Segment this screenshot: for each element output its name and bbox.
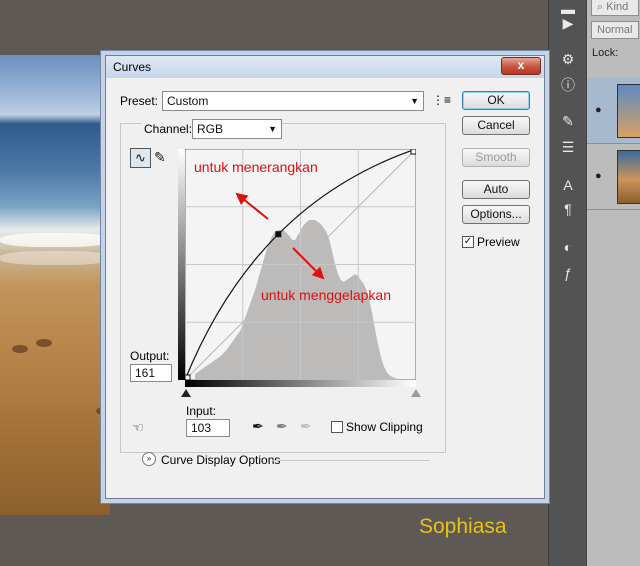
visibility-eye-icon[interactable]: ●: [595, 104, 602, 116]
auto-button[interactable]: Auto: [462, 180, 530, 199]
blend-mode-select[interactable]: Normal: [591, 21, 639, 39]
document-canvas-photo: [0, 55, 110, 515]
layer-filter-kind[interactable]: ⌕ Kind: [591, 0, 639, 16]
dialog-body: Preset: Custom ▼ ⋮≡ Channel: RGB ▼ ∿ ✎ u…: [106, 78, 544, 498]
input-field[interactable]: 103: [186, 419, 230, 437]
wave-foam: [0, 233, 110, 247]
pencil-icon[interactable]: ✎: [154, 149, 166, 166]
annotation-arrows: [235, 192, 325, 280]
chevron-down-icon: ▼: [410, 96, 419, 106]
fx-icon[interactable]: ƒ: [557, 264, 579, 282]
character-icon[interactable]: A: [557, 176, 579, 194]
play-icon[interactable]: ▶: [557, 14, 579, 32]
on-image-adjust-icon[interactable]: ☜: [132, 420, 144, 436]
info-icon[interactable]: ⓘ: [557, 76, 579, 94]
input-gradient-bar: [185, 380, 416, 387]
panel-icon-strip: ▬ ▶ ⚙ ⓘ ✎ ☰ A ¶ ◐ ƒ: [548, 0, 586, 566]
channel-label: Channel:: [142, 122, 195, 136]
channel-select[interactable]: RGB ▼: [192, 119, 282, 139]
cancel-button[interactable]: Cancel: [462, 116, 530, 135]
layer-thumbnail: [617, 84, 640, 138]
output-field[interactable]: 161: [130, 364, 172, 382]
show-clipping-label[interactable]: Show Clipping: [346, 420, 423, 434]
dialog-title: Curves: [113, 60, 152, 74]
dialog-titlebar[interactable]: Curves x: [106, 56, 544, 78]
output-label: Output:: [130, 349, 170, 363]
white-eyedropper-icon[interactable]: ✒: [300, 418, 312, 435]
layer-row-background[interactable]: ●: [587, 144, 640, 210]
black-point-slider[interactable]: [181, 389, 191, 397]
chevron-down-icon: ▼: [268, 124, 277, 134]
paragraph-icon[interactable]: ¶: [557, 200, 579, 218]
preset-menu-icon[interactable]: ⋮≡: [432, 93, 451, 107]
layer-row-curves[interactable]: ●: [587, 78, 640, 144]
brush-icon[interactable]: ✎: [557, 112, 579, 130]
show-clipping-checkbox[interactable]: [331, 421, 343, 433]
layer-thumbnail: [617, 150, 640, 204]
footprint: [36, 339, 52, 347]
adjustments-icon[interactable]: ⚙: [557, 50, 579, 68]
visibility-eye-icon[interactable]: ●: [595, 170, 602, 182]
curves-dialog: Curves x Preset: Custom ▼ ⋮≡ Channel: RG…: [105, 55, 545, 499]
options-divider: [272, 460, 430, 461]
sliders-icon[interactable]: ☰: [557, 138, 579, 156]
watermark: Sophiasa: [419, 515, 507, 538]
arrow-up-left-icon: [235, 192, 269, 220]
input-label: Input:: [186, 404, 217, 418]
ok-button[interactable]: OK: [462, 91, 530, 110]
gray-eyedropper-icon[interactable]: ✒: [276, 418, 288, 435]
preset-select[interactable]: Custom ▼: [162, 91, 424, 111]
preset-value: Custom: [167, 94, 209, 108]
layers-panel: ⌕ Kind Normal Lock: ● ●: [586, 0, 640, 566]
black-eyedropper-icon[interactable]: ✒: [252, 418, 264, 435]
channel-value: RGB: [197, 122, 224, 136]
curve-display-options-label[interactable]: Curve Display Options: [161, 453, 280, 467]
styles-icon[interactable]: ◐: [557, 238, 579, 256]
expand-options-icon[interactable]: »: [142, 452, 156, 466]
preview-label[interactable]: Preview: [477, 235, 520, 249]
curve-point-icon[interactable]: ∿: [130, 148, 151, 168]
footprint: [12, 345, 28, 353]
kind-label: Kind: [606, 1, 629, 13]
smooth-button[interactable]: Smooth: [462, 148, 530, 167]
arrow-down-right-icon: [292, 247, 325, 280]
white-point-slider[interactable]: [411, 389, 421, 397]
preview-checkbox[interactable]: ✓: [462, 236, 474, 248]
close-button[interactable]: x: [501, 57, 541, 75]
blend-mode-value: Normal: [597, 24, 633, 36]
options-button[interactable]: Options...: [462, 205, 530, 224]
output-gradient-bar: [178, 149, 185, 380]
lock-label: Lock:: [592, 47, 619, 59]
preset-label: Preset:: [120, 94, 159, 108]
wave-foam: [0, 251, 110, 265]
